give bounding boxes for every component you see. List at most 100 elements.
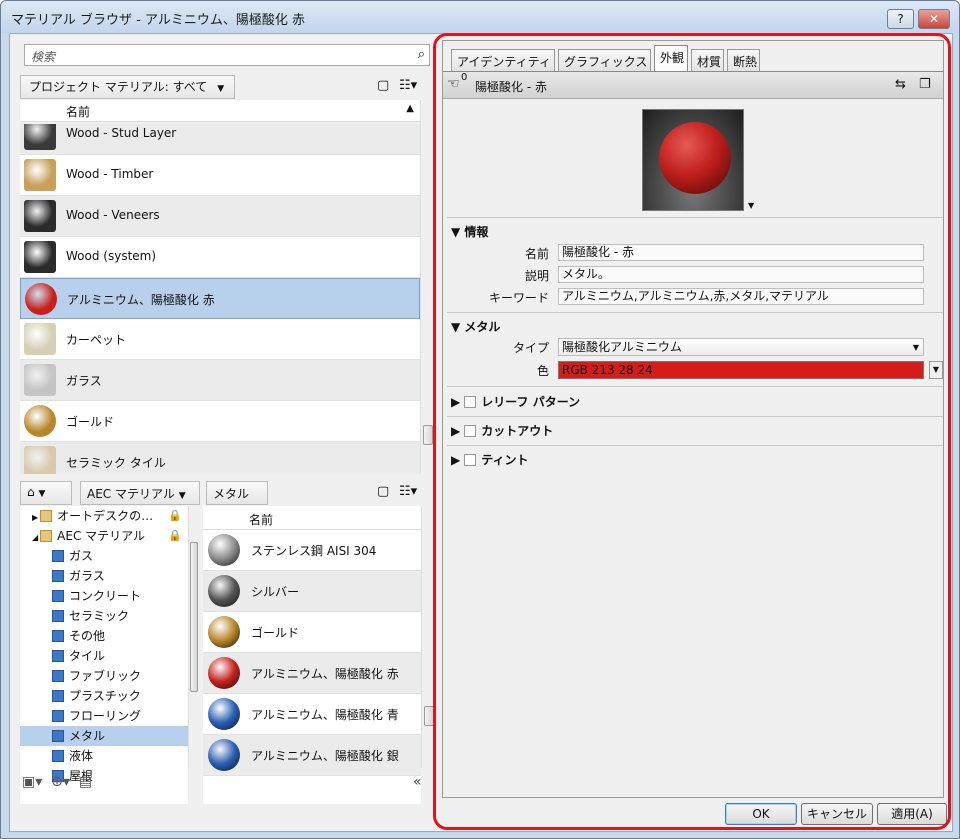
material-thumbnail: [208, 575, 240, 607]
apply-button[interactable]: 適用(A): [877, 803, 947, 825]
tree-item-label: タイル: [69, 649, 106, 663]
category-icon: [52, 670, 64, 682]
cutout-section[interactable]: ▶ カットアウト: [451, 422, 553, 439]
column-name-header: 名前: [66, 105, 91, 119]
chevron-down-icon: ▼: [217, 84, 225, 94]
material-name: ゴールド: [66, 415, 115, 429]
category-icon: [52, 570, 64, 582]
search-input[interactable]: 検索 ⌕: [24, 44, 430, 66]
tree-item[interactable]: フローリング: [20, 706, 188, 726]
tab-appearance[interactable]: 外観: [654, 45, 688, 72]
project-material-row[interactable]: カーペット: [20, 319, 420, 360]
tree-item[interactable]: コンクリート: [20, 586, 188, 606]
project-material-row[interactable]: Wood - Timber: [20, 155, 420, 196]
tree-item[interactable]: プラスチック: [20, 686, 188, 706]
project-material-row[interactable]: Wood (system): [20, 237, 420, 278]
scroll-thumb[interactable]: [424, 706, 434, 726]
tree-item[interactable]: その他: [20, 626, 188, 646]
project-material-row[interactable]: Wood - Veneers: [20, 196, 420, 237]
tree-scrollbar[interactable]: [188, 506, 200, 768]
breadcrumb-label: AEC マテリアル: [87, 487, 175, 501]
tab-graphics[interactable]: グラフィックス: [558, 49, 651, 71]
color-swatch-field[interactable]: RGB 213 28 24: [558, 361, 924, 379]
replace-asset-icon[interactable]: ⇆: [895, 77, 906, 92]
type-select[interactable]: 陽極酸化アルミニウム ▼: [558, 338, 924, 356]
project-material-row[interactable]: アルミニウム、陽極酸化 赤: [20, 278, 420, 319]
material-name: Wood - Veneers: [66, 208, 160, 222]
lock-icon: 🔒: [168, 529, 182, 542]
tab-identity[interactable]: アイデンティティ: [451, 49, 555, 71]
divider: [447, 217, 943, 218]
asset-editor-icon[interactable]: ▤: [79, 774, 92, 790]
scroll-thumb[interactable]: [423, 425, 433, 445]
view-options-icon[interactable]: ☷▾: [399, 78, 417, 93]
project-list-scrollbar[interactable]: [420, 100, 434, 474]
tree-item-label: ファブリック: [69, 669, 142, 683]
create-material-icon[interactable]: ⊕▾: [51, 774, 70, 790]
panel-toggle-icon[interactable]: ▢: [377, 484, 389, 499]
home-button[interactable]: ⌂ ▼: [20, 481, 72, 505]
name-label: 名前: [524, 247, 549, 261]
material-preview[interactable]: [642, 109, 744, 211]
tree-item-label: ガス: [69, 549, 94, 563]
library-list-scrollbar[interactable]: [421, 506, 435, 768]
tree-item[interactable]: ▶ オートデスクの… 🔒: [20, 506, 188, 526]
expand-icon[interactable]: ▶: [32, 513, 38, 522]
material-browser-window: マテリアル ブラウザ - アルミニウム、陽極酸化 赤 ? ✕ 検索 ⌕ プロジェ…: [0, 0, 960, 839]
collapse-library-icon[interactable]: «: [413, 774, 422, 790]
help-button[interactable]: ?: [887, 9, 914, 29]
project-material-row[interactable]: ガラス: [20, 360, 420, 401]
library-material-row[interactable]: アルミニウム、陽極酸化 赤: [203, 653, 421, 694]
tint-section[interactable]: ▶ ティント: [451, 451, 529, 468]
panel-toggle-icon[interactable]: ▢: [377, 78, 389, 93]
tree-item[interactable]: ガラス: [20, 566, 188, 586]
material-name: Wood - Stud Layer: [66, 126, 177, 140]
keyword-field[interactable]: アルミニウム,アルミニウム,赤,メタル,マテリアル: [558, 288, 924, 305]
tree-item[interactable]: ガス: [20, 546, 188, 566]
cancel-button[interactable]: キャンセル: [801, 803, 873, 825]
breadcrumb-aec-materials[interactable]: AEC マテリアル ▼: [80, 481, 200, 505]
description-field[interactable]: メタル。: [558, 266, 924, 283]
material-thumbnail: [24, 323, 56, 355]
close-button[interactable]: ✕: [918, 9, 950, 29]
relief-checkbox[interactable]: [464, 396, 477, 408]
project-material-row[interactable]: セラミック タイル: [20, 442, 420, 474]
breadcrumb-metal[interactable]: メタル: [206, 481, 268, 505]
tree-item[interactable]: 液体: [20, 746, 188, 766]
ok-button[interactable]: OK: [725, 803, 797, 825]
tree-item-label: ガラス: [69, 569, 105, 583]
tab-physical[interactable]: 材質: [691, 49, 724, 71]
scroll-thumb[interactable]: [190, 542, 198, 692]
library-material-row[interactable]: アルミニウム、陽極酸化 青: [203, 694, 421, 735]
relief-section[interactable]: ▶ レリーフ パターン: [451, 393, 580, 410]
color-options-button[interactable]: ▼: [929, 361, 943, 379]
collapse-icon[interactable]: ◢: [32, 533, 38, 542]
project-materials-filter[interactable]: プロジェクト マテリアル: すべて ▼: [20, 75, 235, 99]
project-material-row[interactable]: Wood - Stud Layer: [20, 124, 420, 155]
tab-thermal[interactable]: 断熱: [727, 49, 760, 71]
tint-checkbox[interactable]: [464, 454, 477, 466]
library-material-row[interactable]: ゴールド: [203, 612, 421, 653]
project-material-row[interactable]: ゴールド: [20, 401, 420, 442]
library-material-row[interactable]: シルバー: [203, 571, 421, 612]
info-section-header[interactable]: ▼ 情報: [451, 223, 488, 240]
library-menu-icon[interactable]: ▣▾: [22, 774, 42, 790]
cutout-checkbox[interactable]: [464, 425, 477, 437]
library-material-row[interactable]: ステンレス鋼 AISI 304: [203, 530, 421, 571]
library-material-row[interactable]: アルミニウム、陽極酸化 銀: [203, 735, 421, 776]
material-name: カーペット: [66, 333, 127, 347]
tree-item[interactable]: ◢ AEC マテリアル 🔒: [20, 526, 188, 546]
view-options-icon[interactable]: ☷▾: [399, 484, 417, 499]
tree-item[interactable]: ファブリック: [20, 666, 188, 686]
library-list-header[interactable]: 名前: [203, 506, 421, 530]
name-field[interactable]: 陽極酸化 - 赤: [558, 244, 924, 261]
metal-section-header[interactable]: ▼ メタル: [451, 318, 500, 335]
tree-item[interactable]: タイル: [20, 646, 188, 666]
tree-item[interactable]: メタル: [20, 726, 188, 746]
preview-options-icon[interactable]: ▼: [748, 201, 754, 210]
divider: [447, 445, 943, 446]
chevron-down-icon: ▼: [38, 489, 46, 499]
duplicate-asset-icon[interactable]: ❐: [919, 77, 931, 92]
project-list-header[interactable]: 名前 ▲: [20, 100, 420, 122]
tree-item[interactable]: セラミック: [20, 606, 188, 626]
